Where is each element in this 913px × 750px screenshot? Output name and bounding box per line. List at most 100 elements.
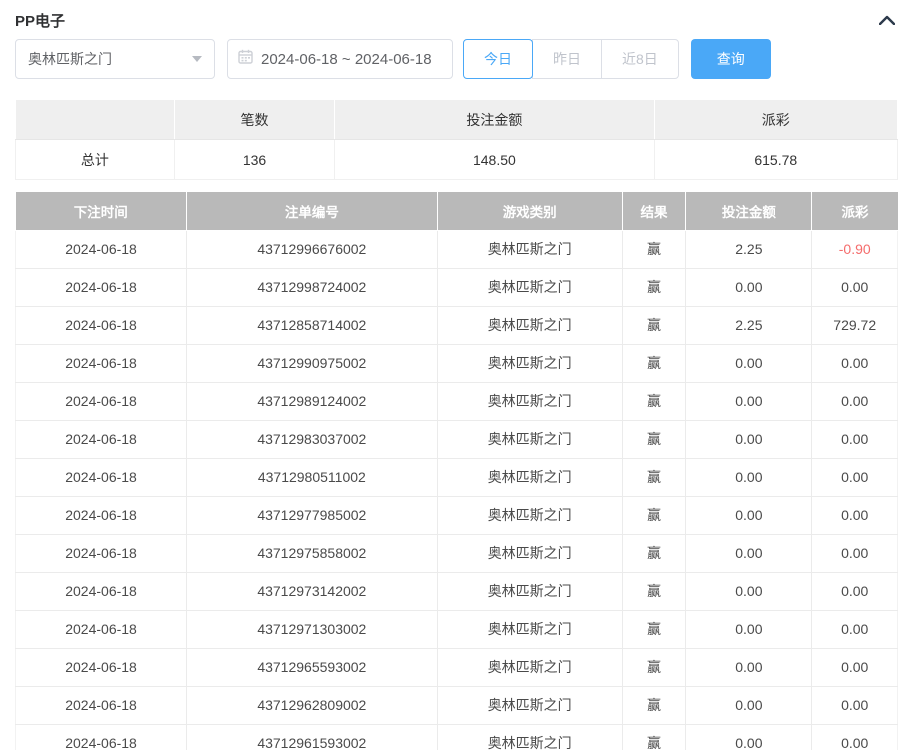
cell-bet-id: 43712998724002 xyxy=(187,268,437,306)
cell-bet-amount: 2.25 xyxy=(686,306,812,344)
summary-header-row: 笔数投注金额派彩 xyxy=(16,100,898,140)
cell-result: 赢 xyxy=(622,230,686,268)
cell-game-type: 奥林匹斯之门 xyxy=(437,724,622,750)
cell-bet-id: 43712973142002 xyxy=(187,572,437,610)
cell-bet-amount: 0.00 xyxy=(686,648,812,686)
cell-payout: 0.00 xyxy=(812,686,898,724)
summary-cell: 总计 xyxy=(16,140,175,180)
cell-bet-time: 2024-06-18 xyxy=(16,268,187,306)
cell-result: 赢 xyxy=(622,572,686,610)
cell-payout: 0.00 xyxy=(812,648,898,686)
cell-bet-time: 2024-06-18 xyxy=(16,230,187,268)
table-row: 2024-06-1843712990975002奥林匹斯之门赢0.000.00 xyxy=(16,344,898,382)
game-select[interactable]: 奥林匹斯之门 xyxy=(15,39,215,79)
cell-payout: 0.00 xyxy=(812,724,898,750)
cell-payout: 0.00 xyxy=(812,534,898,572)
cell-game-type: 奥林匹斯之门 xyxy=(437,268,622,306)
caret-down-icon xyxy=(192,56,202,62)
summary-total-row: 总计136148.50615.78 xyxy=(16,140,898,180)
table-row: 2024-06-1843712998724002奥林匹斯之门赢0.000.00 xyxy=(16,268,898,306)
query-button[interactable]: 查询 xyxy=(691,39,771,79)
summary-header-cell: 笔数 xyxy=(174,100,335,140)
cell-payout: 0.00 xyxy=(812,420,898,458)
summary-header-cell xyxy=(16,100,175,140)
cell-result: 赢 xyxy=(622,306,686,344)
date-range-input[interactable]: 2024-06-18 ~ 2024-06-18 xyxy=(227,39,453,79)
cell-payout: 0.00 xyxy=(812,610,898,648)
table-row: 2024-06-1843712971303002奥林匹斯之门赢0.000.00 xyxy=(16,610,898,648)
cell-game-type: 奥林匹斯之门 xyxy=(437,610,622,648)
column-header: 投注金额 xyxy=(686,192,812,230)
table-row: 2024-06-1843712980511002奥林匹斯之门赢0.000.00 xyxy=(16,458,898,496)
cell-result: 赢 xyxy=(622,686,686,724)
cell-bet-id: 43712989124002 xyxy=(187,382,437,420)
cell-bet-id: 43712965593002 xyxy=(187,648,437,686)
column-header: 注单编号 xyxy=(187,192,437,230)
cell-bet-amount: 0.00 xyxy=(686,344,812,382)
panel-header: PP电子 xyxy=(15,0,898,32)
bet-records-panel: PP电子 奥林匹斯之门 xyxy=(0,0,913,750)
cell-game-type: 奥林匹斯之门 xyxy=(437,306,622,344)
cell-result: 赢 xyxy=(622,534,686,572)
bet-records-table: 下注时间注单编号游戏类别结果投注金额派彩 2024-06-18437129966… xyxy=(15,192,898,750)
cell-bet-time: 2024-06-18 xyxy=(16,648,187,686)
cell-bet-id: 43712975858002 xyxy=(187,534,437,572)
cell-bet-time: 2024-06-18 xyxy=(16,686,187,724)
cell-result: 赢 xyxy=(622,724,686,750)
cell-bet-id: 43712971303002 xyxy=(187,610,437,648)
cell-bet-amount: 0.00 xyxy=(686,382,812,420)
last-8-days-button[interactable]: 近8日 xyxy=(601,39,679,79)
filter-bar: 奥林匹斯之门 2024-06-18 ~ 2024-06-18 xyxy=(15,39,898,79)
cell-result: 赢 xyxy=(622,420,686,458)
cell-payout: 0.00 xyxy=(812,382,898,420)
cell-bet-amount: 0.00 xyxy=(686,724,812,750)
summary-cell: 136 xyxy=(174,140,335,180)
cell-result: 赢 xyxy=(622,458,686,496)
cell-game-type: 奥林匹斯之门 xyxy=(437,344,622,382)
cell-result: 赢 xyxy=(622,496,686,534)
column-header: 下注时间 xyxy=(16,192,187,230)
cell-result: 赢 xyxy=(622,610,686,648)
cell-game-type: 奥林匹斯之门 xyxy=(437,230,622,268)
summary-header-cell: 派彩 xyxy=(654,100,897,140)
table-row: 2024-06-1843712961593002奥林匹斯之门赢0.000.00 xyxy=(16,724,898,750)
cell-bet-amount: 0.00 xyxy=(686,534,812,572)
table-row: 2024-06-1843712975858002奥林匹斯之门赢0.000.00 xyxy=(16,534,898,572)
cell-bet-amount: 0.00 xyxy=(686,572,812,610)
column-header: 游戏类别 xyxy=(437,192,622,230)
yesterday-button[interactable]: 昨日 xyxy=(532,39,602,79)
cell-bet-time: 2024-06-18 xyxy=(16,344,187,382)
cell-payout: 0.00 xyxy=(812,268,898,306)
column-header: 派彩 xyxy=(812,192,898,230)
cell-bet-time: 2024-06-18 xyxy=(16,496,187,534)
cell-payout: 0.00 xyxy=(812,344,898,382)
cell-bet-time: 2024-06-18 xyxy=(16,534,187,572)
cell-bet-amount: 0.00 xyxy=(686,420,812,458)
table-row: 2024-06-1843712989124002奥林匹斯之门赢0.000.00 xyxy=(16,382,898,420)
cell-bet-amount: 0.00 xyxy=(686,496,812,534)
summary-header-cell: 投注金额 xyxy=(335,100,654,140)
cell-payout: 0.00 xyxy=(812,572,898,610)
cell-game-type: 奥林匹斯之门 xyxy=(437,686,622,724)
cell-bet-time: 2024-06-18 xyxy=(16,610,187,648)
cell-bet-id: 43712990975002 xyxy=(187,344,437,382)
table-row: 2024-06-1843712858714002奥林匹斯之门赢2.25729.7… xyxy=(16,306,898,344)
table-row: 2024-06-1843712965593002奥林匹斯之门赢0.000.00 xyxy=(16,648,898,686)
cell-result: 赢 xyxy=(622,648,686,686)
cell-bet-amount: 0.00 xyxy=(686,610,812,648)
calendar-icon xyxy=(238,49,253,69)
today-button[interactable]: 今日 xyxy=(463,39,533,79)
cell-bet-time: 2024-06-18 xyxy=(16,420,187,458)
table-row: 2024-06-1843712973142002奥林匹斯之门赢0.000.00 xyxy=(16,572,898,610)
cell-bet-id: 43712983037002 xyxy=(187,420,437,458)
cell-bet-time: 2024-06-18 xyxy=(16,382,187,420)
collapse-button[interactable] xyxy=(876,9,898,31)
table-row: 2024-06-1843712996676002奥林匹斯之门赢2.25-0.90 xyxy=(16,230,898,268)
cell-game-type: 奥林匹斯之门 xyxy=(437,496,622,534)
cell-game-type: 奥林匹斯之门 xyxy=(437,648,622,686)
table-header-row: 下注时间注单编号游戏类别结果投注金额派彩 xyxy=(16,192,898,230)
cell-result: 赢 xyxy=(622,344,686,382)
column-header: 结果 xyxy=(622,192,686,230)
cell-bet-id: 43712961593002 xyxy=(187,724,437,750)
summary-table: 笔数投注金额派彩 总计136148.50615.78 xyxy=(15,99,898,180)
